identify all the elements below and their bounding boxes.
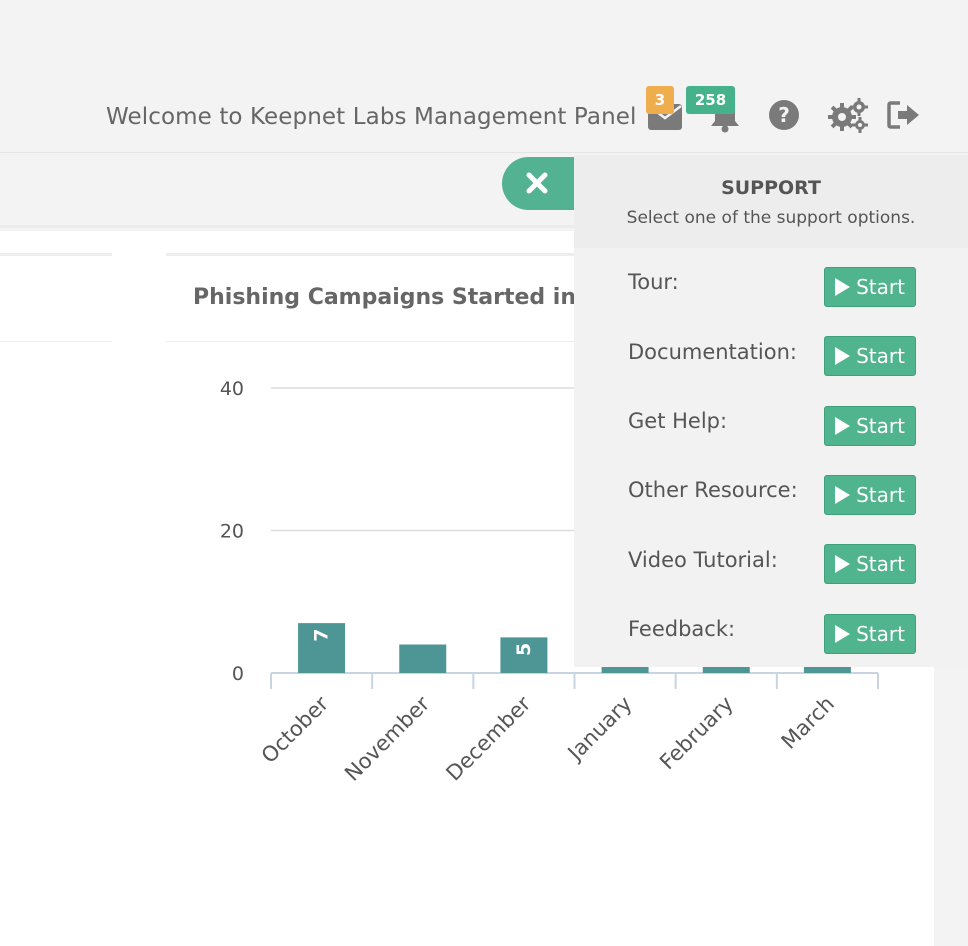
start-label: Start [856,622,905,646]
start-label: Start [856,344,905,368]
support-title: SUPPORT [721,177,821,199]
start-label: Start [856,275,905,299]
x-tick-label: December [441,691,535,785]
settings-icon [828,98,868,133]
get-help-start-button[interactable]: Start [824,406,916,446]
x-tick-label: October [257,691,334,768]
x-tick-label: February [655,692,738,775]
play-icon [835,278,851,296]
help-button[interactable]: ? [766,98,802,132]
play-icon [835,347,851,365]
bar-data-label: 7 [311,629,333,642]
play-icon [835,625,851,643]
logout-button[interactable] [886,100,922,130]
y-tick-label: 0 [232,663,244,685]
tour-start-button[interactable]: Start [824,267,916,307]
notification-count-badge: 258 [686,86,735,114]
settings-button[interactable] [826,96,870,134]
bar-data-label: 5 [513,643,535,656]
y-tick-label: 20 [220,521,244,543]
bar [399,644,447,673]
logout-icon [887,101,919,129]
support-subtitle: Select one of the support options. [626,208,916,228]
left-card-border [0,253,112,256]
support-label-feedback: Feedback: [628,617,736,641]
support-label-tour: Tour: [628,270,679,294]
start-label: Start [856,552,905,576]
svg-text:?: ? [778,103,790,127]
support-label-documentation: Documentation: [628,340,797,364]
x-tick-label: November [340,691,434,785]
documentation-start-button[interactable]: Start [824,336,916,376]
support-label-video-tutorial: Video Tutorial: [628,548,778,572]
mail-count-badge: 3 [646,86,674,114]
start-label: Start [856,483,905,507]
support-panel: SUPPORT Select one of the support option… [574,155,968,667]
help-icon: ? [769,100,799,130]
y-tick-label: 40 [220,378,244,400]
support-label-other-resource: Other Resource: [628,478,798,502]
welcome-text: Welcome to Keepnet Labs Management Panel [106,104,637,130]
chart-title: Phishing Campaigns Started in t [193,285,595,310]
start-label: Start [856,414,905,438]
x-tick-label: March [777,692,839,754]
video-tutorial-start-button[interactable]: Start [824,544,916,584]
top-header: Welcome to Keepnet Labs Management Panel… [0,0,968,153]
play-icon [835,555,851,573]
play-icon [835,417,851,435]
support-panel-header: SUPPORT Select one of the support option… [574,155,968,248]
support-label-get-help: Get Help: [628,409,728,433]
play-icon [835,486,851,504]
other-resource-start-button[interactable]: Start [824,475,916,515]
feedback-start-button[interactable]: Start [824,614,916,654]
x-tick-label: January [562,692,637,767]
close-icon [526,172,548,194]
left-card-divider [0,341,112,342]
